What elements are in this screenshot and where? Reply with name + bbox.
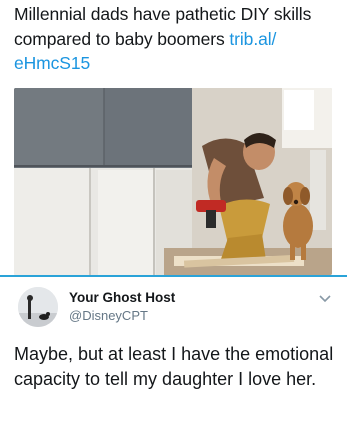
quoted-tweet: Millennial dads have pathetic DIY skills…	[0, 0, 347, 276]
tweet-photo[interactable]	[14, 88, 332, 275]
tweet-text: Millennial dads have pathetic DIY skills…	[14, 2, 339, 76]
reply-tweet: Your Ghost Host @DisneyCPT Maybe, but at…	[0, 277, 347, 435]
display-name[interactable]: Your Ghost Host	[69, 290, 175, 305]
user-handle[interactable]: @DisneyCPT	[69, 308, 148, 323]
avatar-icon	[18, 287, 58, 327]
avatar[interactable]	[18, 287, 58, 327]
photo-man-drilling-with-dog-icon	[14, 88, 332, 275]
reply-text: Maybe, but at least I have the emotional…	[14, 344, 334, 389]
chevron-down-icon[interactable]	[318, 291, 332, 303]
